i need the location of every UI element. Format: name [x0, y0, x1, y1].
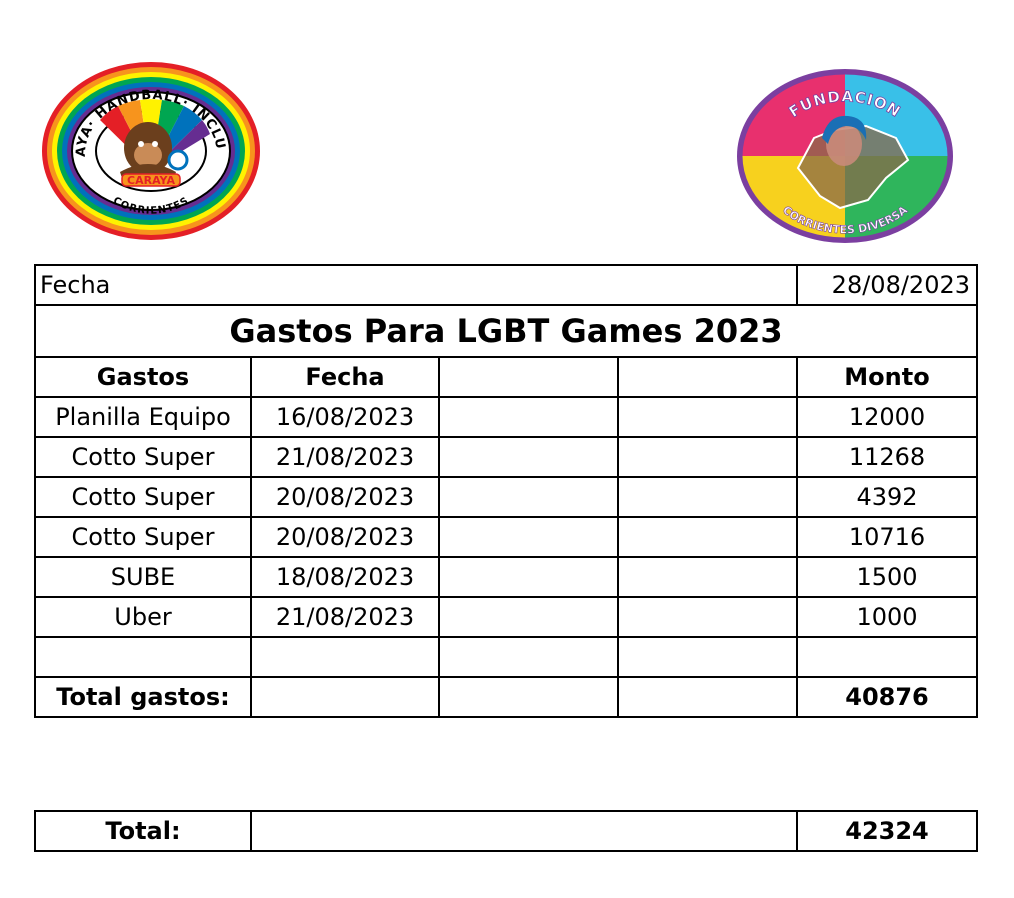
fecha-cell: 16/08/2023 — [250, 396, 440, 438]
empty-cell — [617, 636, 798, 678]
expenses-table: Fecha 28/08/2023 Gastos Para LGBT Games … — [34, 264, 978, 718]
monto-cell: 1500 — [796, 556, 978, 598]
fecha-cell: 20/08/2023 — [250, 476, 440, 518]
empty-cell — [617, 516, 798, 558]
empty-cell — [438, 596, 619, 638]
fecha-value: 28/08/2023 — [796, 264, 978, 306]
empty-cell — [617, 556, 798, 598]
empty-cell — [250, 810, 798, 852]
grand-total-value: 42324 — [796, 810, 978, 852]
empty-cell — [617, 436, 798, 478]
fundacion-corrientes-diversa-logo: FUNDACION CORRIENTES DIVERSA — [737, 69, 953, 243]
column-header-gastos: Gastos — [34, 356, 252, 398]
sheet-title: Gastos Para LGBT Games 2023 — [34, 304, 978, 358]
empty-cell — [250, 676, 440, 718]
empty-cell — [438, 676, 619, 718]
gasto-cell — [34, 636, 252, 678]
fecha-cell: 18/08/2023 — [250, 556, 440, 598]
table-row — [34, 636, 978, 678]
monto-cell: 11268 — [796, 436, 978, 478]
gasto-cell: Cotto Super — [34, 476, 252, 518]
title-row: Gastos Para LGBT Games 2023 — [34, 304, 978, 358]
fecha-cell: 20/08/2023 — [250, 516, 440, 558]
table-row: Planilla Equipo 16/08/2023 12000 — [34, 396, 978, 438]
empty-cell — [438, 436, 619, 478]
table-row: Cotto Super 21/08/2023 11268 — [34, 436, 978, 478]
gasto-cell: Planilla Equipo — [34, 396, 252, 438]
monto-cell: 4392 — [796, 476, 978, 518]
fecha-cell: 21/08/2023 — [250, 436, 440, 478]
empty-cell — [438, 516, 619, 558]
monto-cell: 1000 — [796, 596, 978, 638]
empty-cell — [617, 396, 798, 438]
grand-total-table: Total: 42324 — [34, 810, 978, 852]
empty-cell — [617, 596, 798, 638]
monto-cell: 12000 — [796, 396, 978, 438]
total-gastos-row: Total gastos: 40876 — [34, 676, 978, 718]
empty-cell — [438, 396, 619, 438]
date-row: Fecha 28/08/2023 — [34, 264, 978, 306]
empty-cell — [617, 676, 798, 718]
column-header-row: Gastos Fecha Monto — [34, 356, 978, 398]
table-row: SUBE 18/08/2023 1500 — [34, 556, 978, 598]
monto-cell — [796, 636, 978, 678]
empty-cell — [438, 556, 619, 598]
fecha-cell — [250, 636, 440, 678]
gasto-cell: Cotto Super — [34, 436, 252, 478]
gasto-cell: Cotto Super — [34, 516, 252, 558]
column-header-empty — [617, 356, 798, 398]
column-header-fecha: Fecha — [250, 356, 440, 398]
empty-cell — [617, 476, 798, 518]
caraya-handball-logo: CARAYA CARAYA· HANDBALL· INCLUSIVO CORRI… — [40, 60, 260, 240]
column-header-empty — [438, 356, 619, 398]
table-row: Cotto Super 20/08/2023 10716 — [34, 516, 978, 558]
fecha-label: Fecha — [34, 264, 798, 306]
table-row: Cotto Super 20/08/2023 4392 — [34, 476, 978, 518]
empty-cell — [438, 636, 619, 678]
grand-total-row: Total: 42324 — [34, 810, 978, 852]
gasto-cell: SUBE — [34, 556, 252, 598]
empty-cell — [438, 476, 619, 518]
caraya-wordmark: CARAYA — [127, 174, 175, 187]
total-gastos-label: Total gastos: — [34, 676, 252, 718]
column-header-monto: Monto — [796, 356, 978, 398]
total-gastos-value: 40876 — [796, 676, 978, 718]
monto-cell: 10716 — [796, 516, 978, 558]
grand-total-label: Total: — [34, 810, 252, 852]
table-row: Uber 21/08/2023 1000 — [34, 596, 978, 638]
fecha-cell: 21/08/2023 — [250, 596, 440, 638]
gasto-cell: Uber — [34, 596, 252, 638]
